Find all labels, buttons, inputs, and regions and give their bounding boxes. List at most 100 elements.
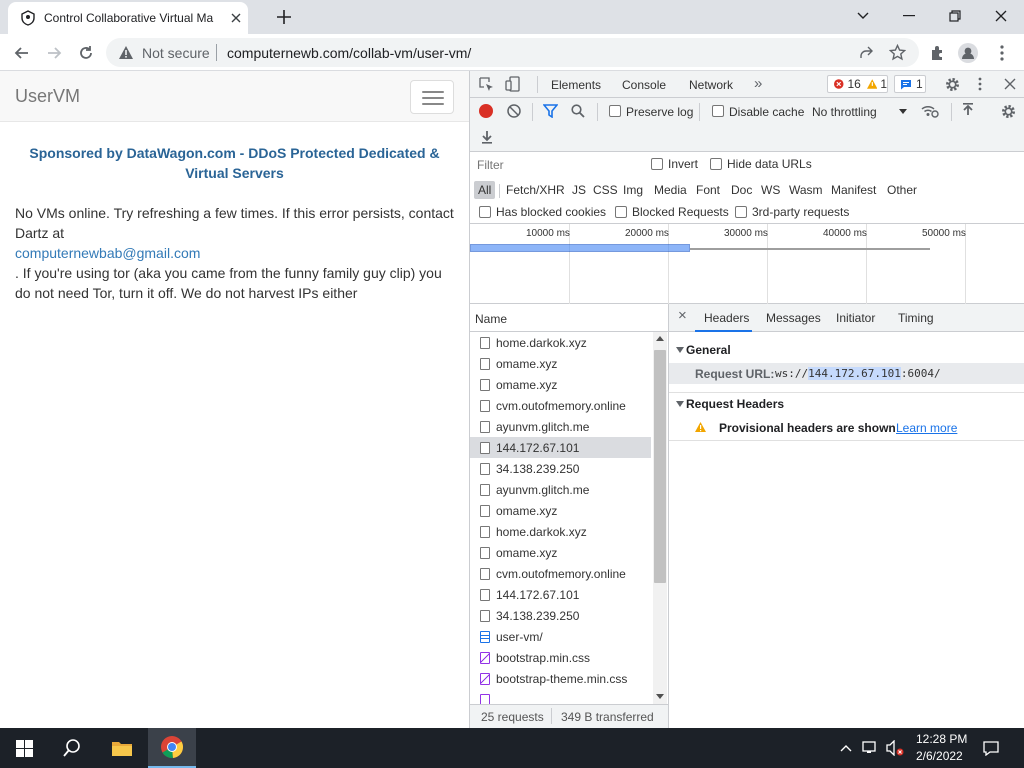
collapse-triangle-icon[interactable] [676,401,684,407]
request-row[interactable]: omame.xyz [470,500,651,521]
menu-toggle-button[interactable] [410,80,454,114]
forward-icon[interactable] [42,42,66,64]
filter-type-img[interactable]: Img [619,181,647,199]
export-har-icon[interactable] [480,130,494,144]
request-url-value[interactable]: ws://144.172.67.101:6004/ [775,367,941,380]
hide-data-urls-checkbox[interactable] [710,158,722,170]
network-conditions-icon[interactable] [921,104,939,118]
dropdown-arrow-icon[interactable] [899,109,907,114]
filter-type-font[interactable]: Font [692,181,724,199]
has-blocked-cookies-label[interactable]: Has blocked cookies [496,205,606,219]
network-timeline[interactable]: 10000 ms 20000 ms 30000 ms 40000 ms 5000… [470,224,1024,304]
filter-type-doc[interactable]: Doc [727,181,756,199]
device-toolbar-icon[interactable] [505,76,521,92]
import-har-icon[interactable] [961,103,975,117]
request-row[interactable]: omame.xyz [470,353,651,374]
filter-type-all[interactable]: All [474,181,496,199]
volume-muted-icon[interactable] [884,728,906,768]
hide-data-urls-label[interactable]: Hide data URLs [727,157,812,171]
profile-avatar-icon[interactable] [956,42,980,64]
close-tab-icon[interactable] [230,12,242,24]
request-headers-section-header[interactable]: Request Headers [686,397,784,411]
network-status-icon[interactable] [860,728,882,768]
general-section-header[interactable]: General [686,343,731,357]
show-hidden-icons-icon[interactable] [836,728,856,768]
request-row[interactable]: bootstrap.min.css [470,647,651,668]
filter-type-manifest[interactable]: Manifest [827,181,880,199]
request-row[interactable]: user-vm/ [470,626,651,647]
blocked-requests-checkbox[interactable] [615,206,627,218]
settings-gear-icon[interactable] [945,77,960,92]
tab-search-icon[interactable] [840,0,886,32]
has-blocked-cookies-checkbox[interactable] [479,206,491,218]
windows-start-icon[interactable] [0,728,48,768]
search-icon[interactable] [571,104,585,118]
request-row[interactable]: omame.xyz [470,374,651,395]
warning-icon[interactable] [118,45,134,60]
clock-time[interactable]: 12:28 PM [916,732,967,746]
notifications-icon[interactable] [976,728,1006,768]
request-row[interactable]: bootstrap-theme.min.css [470,668,651,689]
file-explorer-icon[interactable] [98,728,146,768]
third-party-label[interactable]: 3rd-party requests [752,205,849,219]
back-icon[interactable] [10,42,34,64]
request-row[interactable]: home.darkok.xyz [470,521,651,542]
close-details-icon[interactable]: × [678,307,687,324]
name-header-label[interactable]: Name [475,312,507,326]
tab-initiator[interactable]: Initiator [836,311,875,325]
filter-input[interactable] [472,156,637,174]
filter-type-fetch-xhr[interactable]: Fetch/XHR [502,181,569,199]
collapse-triangle-icon[interactable] [676,347,684,353]
email-link[interactable]: computernewbab@gmail.com [15,245,200,261]
clock-date[interactable]: 2/6/2022 [916,749,963,763]
request-row[interactable]: home.darkok.xyz [470,332,651,353]
request-row[interactable]: 34.138.239.250 [470,458,651,479]
scroll-down-icon[interactable] [656,694,664,699]
site-brand[interactable]: UserVM [15,86,80,107]
more-tabs-icon[interactable]: » [754,75,762,92]
share-icon[interactable] [858,45,874,61]
filter-type-js[interactable]: JS [568,181,590,199]
security-label[interactable]: Not secure [142,45,210,61]
tab-messages[interactable]: Messages [766,311,821,325]
request-row-selected[interactable]: 144.172.67.101 [470,437,651,458]
scroll-up-icon[interactable] [656,336,664,341]
network-settings-icon[interactable] [1001,104,1016,119]
scrollbar-thumb[interactable] [654,350,666,583]
issues-badge[interactable]: 16 1 [827,75,888,93]
preserve-log-checkbox[interactable] [609,105,621,117]
extensions-icon[interactable] [925,42,949,64]
disable-cache-checkbox[interactable] [712,105,724,117]
request-url-row[interactable]: Request URL: ws://144.172.67.101:6004/ [669,363,1024,384]
request-row[interactable]: ayunvm.glitch.me [470,479,651,500]
disable-cache-label[interactable]: Disable cache [729,105,804,119]
url-text[interactable]: computernewb.com/collab-vm/user-vm/ [227,45,471,61]
new-tab-icon[interactable] [275,8,293,26]
request-row[interactable]: cvm.outofmemory.online [470,395,651,416]
filter-icon[interactable] [543,104,558,118]
address-bar[interactable]: Not secure computernewb.com/collab-vm/us… [106,38,919,67]
restore-icon[interactable] [932,0,978,32]
bookmark-star-icon[interactable] [889,44,906,61]
preserve-log-label[interactable]: Preserve log [626,105,693,119]
messages-badge[interactable]: 1 [894,75,926,93]
close-window-icon[interactable] [978,0,1024,32]
clear-icon[interactable] [507,104,521,118]
request-list-scrollbar[interactable] [653,332,667,704]
tab-headers[interactable]: Headers [704,311,749,325]
third-party-checkbox[interactable] [735,206,747,218]
minimize-icon[interactable] [886,0,932,32]
chrome-taskbar-icon[interactable] [148,728,196,768]
reload-icon[interactable] [74,42,98,64]
request-row[interactable]: omame.xyz [470,542,651,563]
browser-menu-icon[interactable] [990,42,1014,64]
browser-tab[interactable]: Control Collaborative Virtual Ma [8,2,248,34]
sponsor-link[interactable]: Sponsored by DataWagon.com - DDoS Protec… [15,143,454,183]
close-devtools-icon[interactable] [1004,78,1016,90]
request-row[interactable]: ayunvm.glitch.me [470,416,651,437]
record-icon[interactable] [479,104,493,118]
search-icon[interactable] [48,728,96,768]
learn-more-link[interactable]: Learn more [896,421,957,435]
filter-type-wasm[interactable]: Wasm [785,181,827,199]
request-row[interactable] [470,689,651,704]
